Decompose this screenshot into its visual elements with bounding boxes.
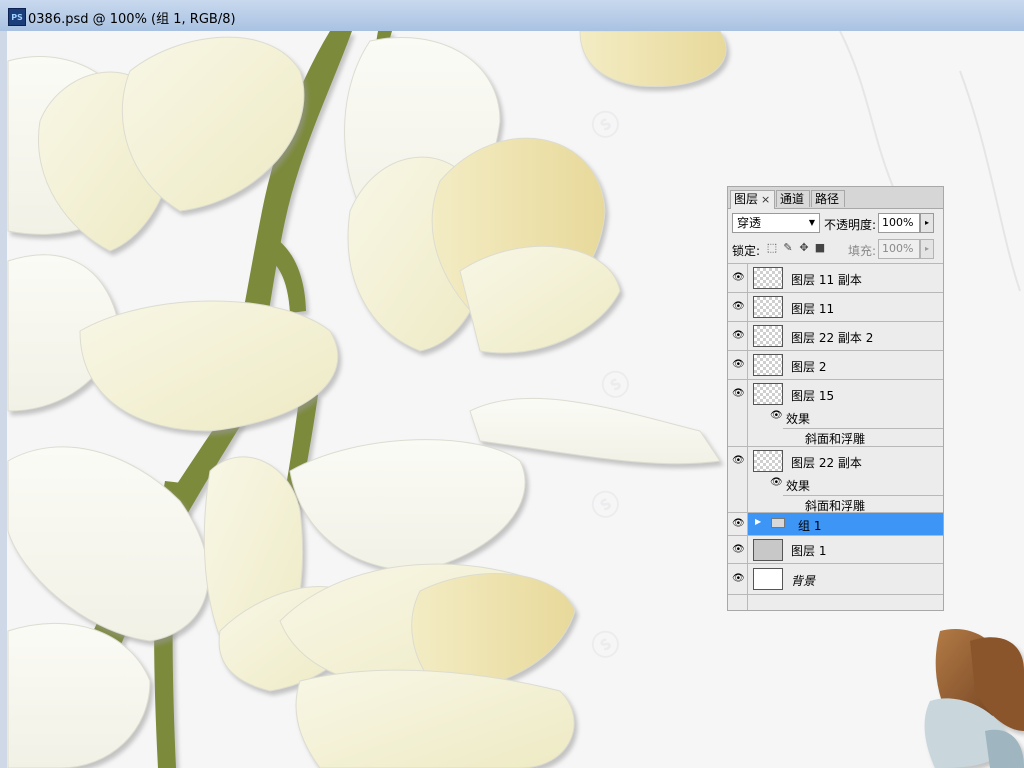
effect-divider: [783, 428, 943, 429]
layer-name: 图层 22 副本 2: [791, 331, 874, 345]
layer-thumbnail: [753, 325, 783, 347]
layer-thumbnail: [753, 539, 783, 561]
lock-pixels-brush-icon[interactable]: ✎: [782, 242, 794, 254]
tab-layers-label: 图层: [734, 192, 759, 206]
eye-icon: 👁: [732, 455, 745, 466]
opacity-slider-arrow-icon[interactable]: ▸: [920, 213, 934, 233]
layer-row[interactable]: 👁 背景: [728, 563, 943, 594]
blend-mode-value: 穿透: [737, 216, 762, 230]
fill-input[interactable]: 100%: [878, 239, 920, 259]
visibility-toggle[interactable]: 👁: [728, 536, 748, 563]
panel-tabs: 图层 × 通道 路径: [728, 187, 943, 209]
layer-thumbnail: [753, 354, 783, 376]
eye-icon: 👁: [732, 272, 745, 283]
panel-footer-space: [728, 594, 943, 610]
fill-label: 填充:: [848, 244, 877, 258]
document-title-bar[interactable]: PS 0386.psd @ 100% (组 1, RGB/8): [0, 0, 1024, 32]
lock-position-move-icon[interactable]: ✥: [798, 242, 810, 254]
expand-triangle-icon[interactable]: ▶: [755, 517, 761, 526]
layer-name: 图层 11: [791, 302, 835, 316]
eye-icon: 👁: [732, 388, 745, 399]
effect-eye-icon[interactable]: 👁: [770, 410, 783, 421]
lock-all-icon[interactable]: ■: [814, 242, 826, 254]
effects-label: 效果: [786, 412, 811, 426]
visibility-toggle[interactable]: 👁: [728, 322, 748, 350]
svg-text:ⓢ: ⓢ: [585, 484, 627, 527]
visibility-toggle[interactable]: 👁: [728, 351, 748, 379]
layer-thumbnail: [753, 267, 783, 289]
layer-name: 图层 15: [791, 389, 835, 403]
eye-icon: 👁: [732, 301, 745, 312]
visibility-toggle[interactable]: 👁: [728, 293, 748, 321]
layer-name: 组 1: [798, 519, 822, 533]
eye-column: [728, 595, 748, 610]
visibility-toggle[interactable]: 👁: [728, 264, 748, 292]
layers-panel[interactable]: 图层 × 通道 路径 穿透 ▼ 不透明度: 100% ▸ 锁定: ⬚ ✎ ✥ ■ …: [727, 186, 944, 611]
layer-thumbnail: [753, 568, 783, 590]
effect-divider: [783, 495, 943, 496]
visibility-toggle[interactable]: 👁: [728, 513, 748, 535]
eye-icon: 👁: [732, 573, 745, 584]
visibility-toggle[interactable]: 👁: [728, 380, 748, 446]
layer-thumbnail: [753, 383, 783, 405]
layer-row[interactable]: 👁 图层 22 副本 👁 效果 斜面和浮雕: [728, 446, 943, 513]
eye-icon: 👁: [732, 518, 745, 529]
layer-name: 图层 2: [791, 360, 827, 374]
tab-paths[interactable]: 路径: [811, 190, 845, 207]
eye-icon: 👁: [732, 330, 745, 341]
layer-name: 图层 11 副本: [791, 273, 862, 287]
layer-row[interactable]: 👁 图层 11 副本: [728, 263, 943, 292]
effects-label: 效果: [786, 479, 811, 493]
opacity-input[interactable]: 100%: [878, 213, 920, 233]
document-title: 0386.psd @ 100% (组 1, RGB/8): [28, 12, 236, 27]
visibility-toggle[interactable]: 👁: [728, 447, 748, 512]
layer-row[interactable]: 👁 图层 2: [728, 350, 943, 379]
layer-thumbnail: [753, 296, 783, 318]
photoshop-app-icon: PS: [8, 8, 26, 26]
eye-icon: 👁: [732, 359, 745, 370]
layer-row[interactable]: 👁 图层 11: [728, 292, 943, 321]
eye-icon: 👁: [732, 544, 745, 555]
opacity-label: 不透明度:: [824, 218, 877, 232]
bevel-emboss-label: 斜面和浮雕: [805, 432, 866, 446]
fill-slider-arrow-icon[interactable]: ▸: [920, 239, 934, 259]
svg-text:ⓢ: ⓢ: [585, 624, 627, 667]
layer-row[interactable]: 👁 图层 22 副本 2: [728, 321, 943, 350]
lock-transparency-icon[interactable]: ⬚: [766, 242, 778, 254]
svg-text:ⓢ: ⓢ: [595, 364, 637, 407]
layer-row[interactable]: 👁 图层 15 👁 效果 斜面和浮雕: [728, 379, 943, 446]
layer-thumbnail: [753, 450, 783, 472]
blend-mode-select[interactable]: 穿透 ▼: [732, 213, 820, 233]
folder-icon: [771, 518, 785, 528]
visibility-toggle[interactable]: 👁: [728, 564, 748, 594]
svg-text:ⓢ: ⓢ: [585, 104, 627, 147]
layer-name: 图层 22 副本: [791, 456, 862, 470]
layer-row[interactable]: 👁 图层 1: [728, 535, 943, 563]
effect-eye-icon[interactable]: 👁: [770, 477, 783, 488]
tab-close-icon[interactable]: ×: [761, 193, 770, 206]
tab-layers[interactable]: 图层 ×: [730, 190, 775, 209]
lock-label: 锁定:: [732, 244, 761, 258]
layer-group-row[interactable]: 👁 ▶ 组 1: [728, 512, 943, 535]
canvas-left-edge: [0, 31, 7, 768]
layer-name: 图层 1: [791, 544, 827, 558]
layer-name: 背景: [791, 574, 816, 588]
tab-channels[interactable]: 通道: [776, 190, 810, 207]
dropdown-arrow-icon: ▼: [808, 218, 815, 227]
